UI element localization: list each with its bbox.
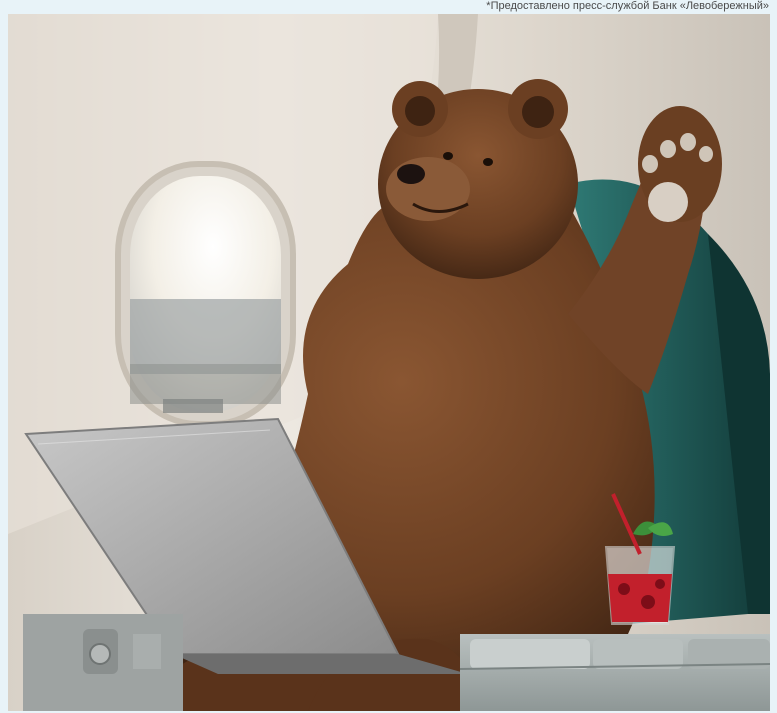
airplane-window (115, 161, 296, 427)
photo-credit: *Предоставлено пресс-службой Банк «Левоб… (486, 0, 769, 12)
bear-eye-right (483, 158, 493, 166)
bear-nose (397, 164, 425, 184)
credit-bar: *Предоставлено пресс-службой Банк «Левоб… (0, 0, 777, 14)
photo (8, 14, 770, 711)
left-console (23, 614, 183, 711)
bear-airplane-illustration (8, 14, 770, 711)
armrest (459, 634, 770, 711)
bear-eye-left (443, 152, 453, 160)
